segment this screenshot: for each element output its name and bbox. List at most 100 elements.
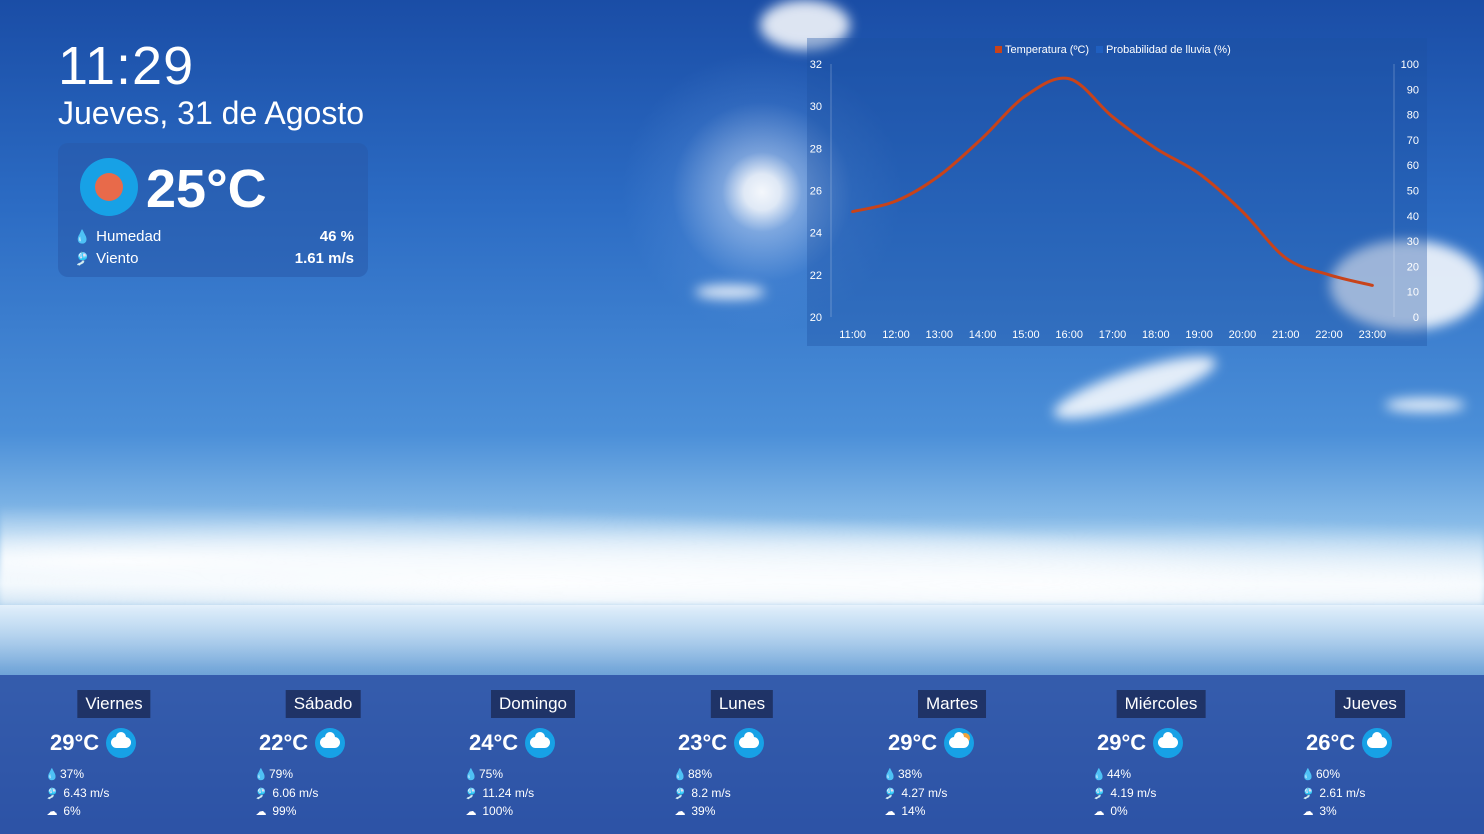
forecast-humidity-value: 37% — [60, 767, 85, 781]
forecast-temperature: 29°C — [50, 730, 100, 755]
y-right-tick-label: 50 — [1407, 186, 1419, 198]
y-right-tick-label: 30 — [1407, 236, 1419, 248]
windsock-icon: 🎐 — [673, 788, 687, 800]
windsock-icon: 🎐 — [254, 788, 268, 800]
y-right-tick-label: 80 — [1407, 110, 1419, 122]
x-tick-label: 23:00 — [1359, 329, 1387, 341]
x-tick-label: 14:00 — [969, 329, 997, 341]
rain-cloud-icon: ☁ — [1302, 806, 1314, 818]
temperature-line — [851, 76, 1374, 287]
windsock-icon: 🎐 — [1301, 788, 1315, 800]
cloud-icon — [1362, 728, 1392, 758]
forecast-rain: ☁ 0% — [1091, 803, 1128, 820]
y-right-tick-label: 40 — [1407, 211, 1419, 223]
sky-cloud — [1048, 344, 1222, 431]
forecast-humidity-value: 75% — [479, 767, 504, 781]
rain-cloud-icon: ☁ — [884, 806, 896, 818]
x-tick-label: 13:00 — [926, 329, 954, 341]
droplet-icon: 💧 — [254, 769, 268, 781]
sun-icon — [80, 158, 138, 216]
humidity-label: Humedad — [96, 228, 162, 245]
y-right-tick-label: 90 — [1407, 84, 1419, 96]
forecast-wind: 🎐 6.06 m/s — [253, 785, 318, 802]
daily-forecast-bar: Viernes 29°C 💧37% 🎐 6.43 m/s ☁ 6% Sábado 22°C 💧… — [0, 675, 1484, 834]
clock-time: 11:29 — [58, 36, 195, 96]
x-tick-label: 19:00 — [1185, 329, 1213, 341]
windsock-icon: 🎐 — [1092, 788, 1106, 800]
forecast-wind-value: 4.19 m/s — [1110, 786, 1157, 800]
y-right-tick-label: 0 — [1413, 312, 1419, 324]
forecast-rain-value: 100% — [482, 804, 514, 818]
forecast-temperature: 26°C — [1306, 730, 1356, 755]
horizon-clouds — [0, 495, 1484, 605]
cloud-icon — [1153, 728, 1183, 758]
rain-cloud-icon — [525, 728, 555, 758]
forecast-day-name: Jueves — [1335, 690, 1405, 718]
forecast-humidity-value: 60% — [1316, 767, 1341, 781]
forecast-humidity: 💧88% — [672, 766, 712, 783]
current-date: Jueves, 31 de Agosto — [58, 95, 364, 131]
forecast-wind-value: 6.06 m/s — [272, 786, 319, 800]
wind-row: 🎐 Viento 1.61 m/s — [74, 249, 354, 269]
forecast-day-name: Domingo — [490, 690, 576, 718]
rain-cloud-icon: ☁ — [255, 806, 267, 818]
wind-label: Viento — [96, 250, 139, 267]
x-tick-label: 20:00 — [1229, 329, 1257, 341]
forecast-day: Miércoles 29°C 💧44% 🎐 4.19 m/s ☁ 0% — [1071, 675, 1251, 834]
hourly-chart-svg: 20 22 24 26 28 30 32 0 10 20 30 40 50 60 70 80 90 100 11:0… — [810, 44, 1419, 341]
forecast-temperature: 29°C — [1097, 730, 1147, 755]
droplet-icon: 💧 — [883, 769, 897, 781]
droplet-icon: 💧 — [1301, 769, 1315, 781]
y-left-tick-label: 30 — [810, 101, 822, 113]
y-left-tick-label: 28 — [810, 143, 822, 155]
humidity-value: 46 % — [319, 228, 354, 245]
rain-cloud-icon — [315, 728, 345, 758]
rain-cloud-icon: ☁ — [46, 806, 58, 818]
forecast-humidity: 💧37% — [44, 766, 84, 783]
current-weather-card: 25°C 💧 Humedad 46 % 🎐 Viento 1.61 m/s — [58, 143, 368, 277]
forecast-rain-value: 3% — [1319, 804, 1337, 818]
forecast-humidity-value: 44% — [1107, 767, 1132, 781]
wind-value: 1.61 m/s — [294, 250, 354, 267]
forecast-temperature: 24°C — [469, 730, 519, 755]
forecast-rain-value: 6% — [63, 804, 81, 818]
forecast-wind: 🎐 4.27 m/s — [882, 785, 947, 802]
x-tick-label: 18:00 — [1142, 329, 1170, 341]
droplet-icon: 💧 — [74, 229, 91, 244]
y-left-tick-label: 24 — [810, 228, 822, 240]
humidity-row: 💧 Humedad 46 % — [74, 227, 354, 247]
forecast-rain: ☁ 14% — [882, 803, 926, 820]
x-tick-label: 11:00 — [839, 329, 866, 341]
legend-swatch — [1096, 46, 1103, 53]
x-tick-label: 15:00 — [1012, 329, 1040, 341]
forecast-rain-value: 39% — [691, 804, 716, 818]
forecast-rain: ☁ 100% — [463, 803, 514, 820]
forecast-wind-value: 2.61 m/s — [1319, 786, 1366, 800]
forecast-wind-value: 11.24 m/s — [482, 786, 535, 800]
forecast-rain: ☁ 3% — [1300, 803, 1337, 820]
forecast-rain: ☁ 39% — [672, 803, 716, 820]
y-right-tick-label: 100 — [1401, 59, 1419, 71]
y-right-tick-label: 70 — [1407, 135, 1419, 147]
rain-cloud-icon: ☁ — [465, 806, 477, 818]
rain-cloud-icon: ☁ — [1093, 806, 1105, 818]
sky-cloud — [1385, 398, 1465, 412]
y-left-tick-label: 22 — [810, 270, 822, 282]
forecast-rain: ☁ 99% — [253, 803, 297, 820]
y-right-tick-label: 20 — [1407, 261, 1419, 273]
rain-cloud-icon — [734, 728, 764, 758]
forecast-day: Jueves 26°C 💧60% 🎐 2.61 m/s ☁ 3% — [1280, 675, 1460, 834]
cloud-icon — [106, 728, 136, 758]
windsock-icon: 🎐 — [45, 788, 59, 800]
x-tick-label: 16:00 — [1055, 329, 1083, 341]
forecast-wind: 🎐 2.61 m/s — [1300, 785, 1365, 802]
y-right-tick-label: 10 — [1407, 287, 1419, 299]
forecast-rain-value: 14% — [901, 804, 926, 818]
droplet-icon: 💧 — [45, 769, 59, 781]
legend-label: Probabilidad de lluvia (%) — [1106, 44, 1231, 56]
current-temperature: 25°C — [146, 159, 267, 219]
hourly-forecast-chart: 20 22 24 26 28 30 32 0 10 20 30 40 50 60 70 80 90 100 11:0… — [807, 38, 1427, 346]
x-tick-label: 22:00 — [1315, 329, 1343, 341]
forecast-day-name: Lunes — [710, 690, 774, 718]
forecast-humidity-value: 88% — [688, 767, 713, 781]
